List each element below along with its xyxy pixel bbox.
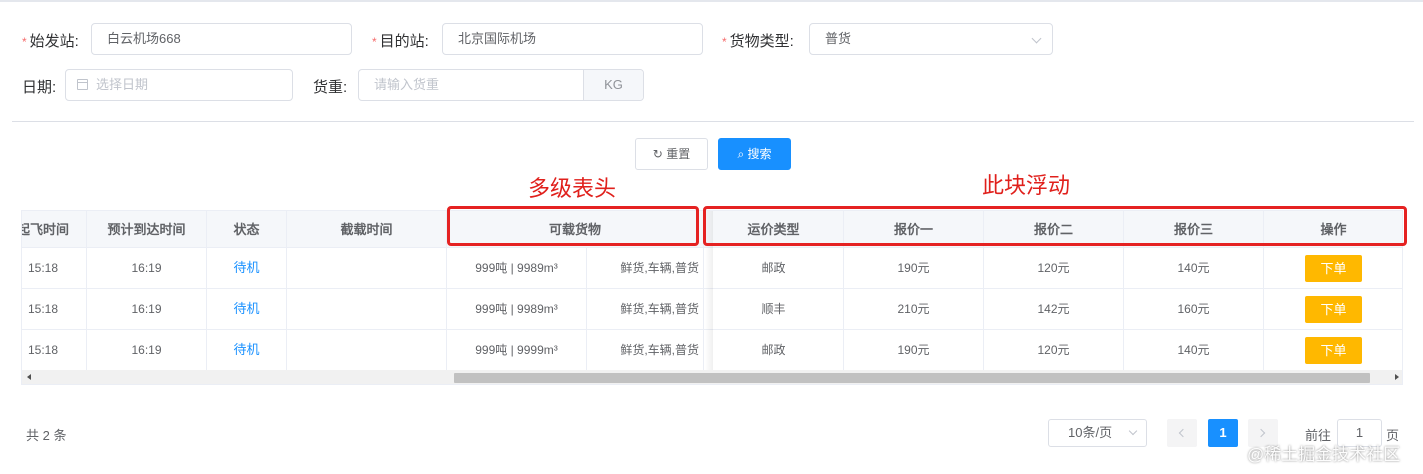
- search-icon: ⌕: [737, 147, 745, 161]
- origin-input[interactable]: 白云机场668: [91, 23, 352, 55]
- destination-label: * 目的站:: [372, 33, 429, 50]
- page-size-select[interactable]: 10条/页: [1048, 419, 1147, 447]
- scroll-thumb[interactable]: [454, 373, 1370, 383]
- cell-price-2: 120元: [984, 330, 1124, 371]
- header-arrive-time: 预计到达时间: [87, 211, 207, 248]
- cell-arrive: 16:19: [87, 248, 207, 289]
- cell-capacity: 999吨 | 9989m³: [447, 289, 587, 330]
- cell-depart: 15:18: [22, 289, 87, 330]
- chevron-left-icon: [1178, 428, 1188, 438]
- cell-goods: 鲜货,车辆,普货: [587, 289, 704, 330]
- cell-price-2: 120元: [984, 248, 1124, 289]
- search-button[interactable]: ⌕ 搜索: [718, 138, 791, 170]
- weight-unit: KG: [583, 70, 643, 100]
- date-picker[interactable]: 选择日期: [65, 69, 293, 101]
- cell-price-3: 140元: [1124, 330, 1264, 371]
- prev-page-button[interactable]: [1167, 419, 1197, 447]
- cell-capacity: 999吨 | 9999m³: [447, 330, 587, 371]
- cell-status: 待机: [207, 330, 287, 371]
- cell-price-type: 邮政: [704, 248, 844, 289]
- cell-depart: 15:18: [22, 248, 87, 289]
- header-depart-time: 起飞时间: [22, 211, 87, 248]
- date-placeholder: 选择日期: [96, 77, 149, 92]
- status-link[interactable]: 待机: [233, 301, 259, 316]
- cell-goods: 鲜货,车辆,普货: [587, 330, 704, 371]
- watermark: @稀土掘金技术社区: [1247, 445, 1401, 464]
- reset-label: 重置: [666, 147, 691, 161]
- page-number-current[interactable]: 1: [1208, 419, 1238, 447]
- cell-cutoff: [287, 248, 447, 289]
- reset-button[interactable]: ↻ 重置: [635, 138, 708, 170]
- weight-label: 货重:: [313, 79, 348, 96]
- top-border: [0, 0, 1423, 2]
- total-count: 共 2 条: [26, 428, 67, 443]
- chevron-right-icon: [1256, 428, 1266, 438]
- cell-action: 下单: [1264, 289, 1402, 330]
- cell-price-1: 190元: [844, 330, 984, 371]
- destination-input[interactable]: 北京国际机场: [442, 23, 703, 55]
- cell-cutoff: [287, 289, 447, 330]
- weight-input[interactable]: 请输入货重 KG: [358, 69, 644, 101]
- cargo-type-value: 普货: [825, 31, 852, 46]
- status-link[interactable]: 待机: [233, 260, 259, 275]
- annotation-multi-header: 多级表头: [528, 176, 617, 201]
- calendar-icon: [77, 79, 88, 90]
- order-button[interactable]: 下单: [1305, 337, 1362, 365]
- highlight-floating: [703, 206, 1407, 246]
- cell-status: 待机: [207, 248, 287, 289]
- order-button[interactable]: 下单: [1305, 255, 1362, 283]
- cargo-type-label: * 货物类型:: [722, 33, 794, 50]
- cell-price-1: 190元: [844, 248, 984, 289]
- scroll-right-icon[interactable]: [1395, 374, 1399, 380]
- refresh-icon: ↻: [652, 147, 663, 161]
- cell-price-2: 142元: [984, 289, 1124, 330]
- highlight-multi-header: [447, 206, 699, 246]
- header-status: 状态: [207, 211, 287, 248]
- search-label: 搜索: [747, 147, 772, 161]
- cell-status: 待机: [207, 289, 287, 330]
- cell-price-type: 邮政: [704, 330, 844, 371]
- annotation-floating: 此块浮动: [982, 173, 1071, 198]
- cell-price-1: 210元: [844, 289, 984, 330]
- horizontal-scrollbar[interactable]: [22, 370, 1402, 384]
- cell-action: 下单: [1264, 248, 1402, 289]
- status-link[interactable]: 待机: [233, 342, 259, 357]
- cell-capacity: 999吨 | 9989m³: [447, 248, 587, 289]
- weight-placeholder: 请输入货重: [374, 77, 440, 92]
- order-button[interactable]: 下单: [1305, 296, 1362, 324]
- cell-price-3: 140元: [1124, 248, 1264, 289]
- cell-price-type: 顺丰: [704, 289, 844, 330]
- scroll-left-icon[interactable]: [27, 374, 31, 380]
- cell-arrive: 16:19: [87, 289, 207, 330]
- cell-arrive: 16:19: [87, 330, 207, 371]
- cell-goods: 鲜货,车辆,普货: [587, 248, 704, 289]
- cell-cutoff: [287, 330, 447, 371]
- cell-action: 下单: [1264, 330, 1402, 371]
- cargo-type-select[interactable]: 普货: [809, 23, 1053, 55]
- header-cutoff: 截载时间: [287, 211, 447, 248]
- page-size-value: 10条/页: [1068, 425, 1113, 440]
- chevron-down-icon: [1128, 426, 1138, 436]
- cell-depart: 15:18: [22, 330, 87, 371]
- origin-label: * 始发站:: [22, 33, 79, 50]
- chevron-down-icon: [1031, 33, 1042, 44]
- date-label: 日期:: [22, 79, 57, 96]
- form-divider: [12, 121, 1414, 122]
- cell-price-3: 160元: [1124, 289, 1264, 330]
